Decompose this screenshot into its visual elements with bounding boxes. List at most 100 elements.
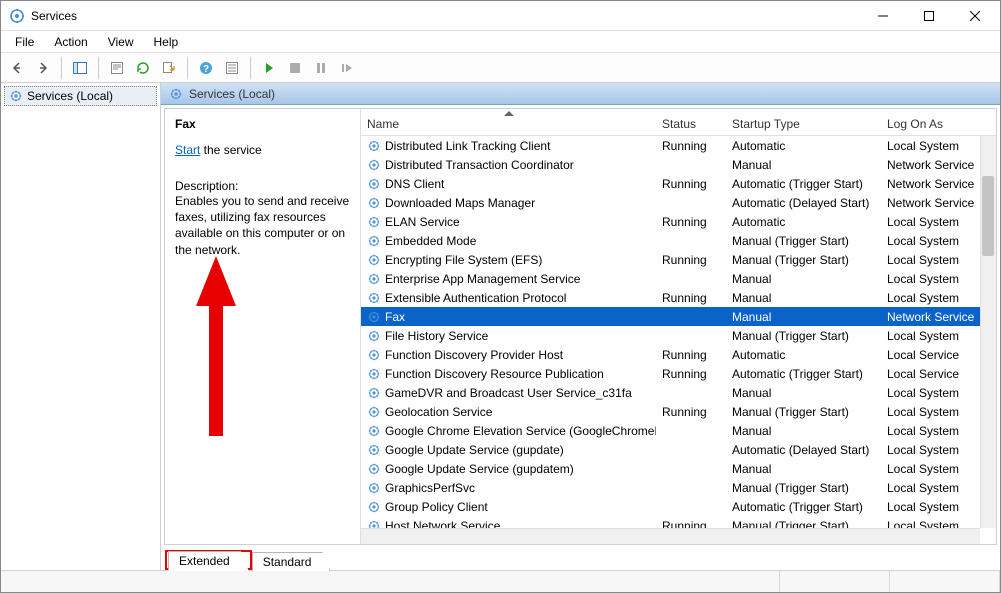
cell-startup: Automatic (Trigger Start): [726, 177, 881, 191]
menu-help[interactable]: Help: [146, 33, 187, 51]
cell-name: Host Network Service: [361, 519, 656, 529]
col-name[interactable]: Name: [361, 113, 656, 135]
service-row[interactable]: Distributed Link Tracking ClientRunningA…: [361, 136, 996, 155]
gear-icon: [9, 89, 23, 103]
back-button[interactable]: [5, 56, 29, 80]
status-bar: [1, 570, 1000, 592]
service-row[interactable]: Embedded ModeManual (Trigger Start)Local…: [361, 231, 996, 250]
cell-logon: Local System: [881, 291, 991, 305]
service-row[interactable]: GraphicsPerfSvcManual (Trigger Start)Loc…: [361, 478, 996, 497]
service-row[interactable]: Encrypting File System (EFS)RunningManua…: [361, 250, 996, 269]
service-row[interactable]: Host Network ServiceRunningManual (Trigg…: [361, 516, 996, 528]
service-list: Name Status Startup Type Log On As Distr…: [360, 109, 996, 544]
forward-button[interactable]: [31, 56, 55, 80]
service-row[interactable]: Downloaded Maps ManagerAutomatic (Delaye…: [361, 193, 996, 212]
cell-name: Extensible Authentication Protocol: [361, 291, 656, 305]
properties-sheet-button[interactable]: [220, 56, 244, 80]
properties-button[interactable]: [105, 56, 129, 80]
start-service-link[interactable]: Start: [175, 143, 200, 157]
toolbar-separator: [250, 57, 251, 79]
cell-name: ELAN Service: [361, 215, 656, 229]
cell-status: Running: [656, 177, 726, 191]
service-row[interactable]: GameDVR and Broadcast User Service_c31fa…: [361, 383, 996, 402]
cell-name: Google Update Service (gupdate): [361, 443, 656, 457]
cell-startup: Automatic (Trigger Start): [726, 367, 881, 381]
cell-name: Group Policy Client: [361, 500, 656, 514]
cell-name: Geolocation Service: [361, 405, 656, 419]
toolbar: ?: [1, 53, 1000, 83]
service-row[interactable]: Google Update Service (gupdatem)ManualLo…: [361, 459, 996, 478]
cell-status: Running: [656, 215, 726, 229]
gear-icon: [367, 291, 381, 305]
cell-name: Fax: [361, 310, 656, 324]
menu-view[interactable]: View: [100, 33, 142, 51]
maximize-button[interactable]: [906, 1, 952, 31]
service-row[interactable]: DNS ClientRunningAutomatic (Trigger Star…: [361, 174, 996, 193]
menu-action[interactable]: Action: [46, 33, 95, 51]
gear-icon: [367, 196, 381, 210]
service-row[interactable]: Extensible Authentication ProtocolRunnin…: [361, 288, 996, 307]
start-service-button[interactable]: [257, 56, 281, 80]
tree-services-local[interactable]: Services (Local): [4, 86, 157, 106]
pause-service-button[interactable]: [309, 56, 333, 80]
body: Services (Local) Services (Local) Fax St…: [1, 83, 1000, 570]
service-row[interactable]: ELAN ServiceRunningAutomaticLocal System: [361, 212, 996, 231]
cell-logon: Local System: [881, 329, 991, 343]
vertical-scrollbar[interactable]: [980, 136, 996, 528]
service-row[interactable]: Google Update Service (gupdate)Automatic…: [361, 440, 996, 459]
cell-startup: Manual: [726, 386, 881, 400]
gear-icon: [367, 348, 381, 362]
gear-icon: [367, 177, 381, 191]
tab-standard[interactable]: Standard: [252, 552, 331, 571]
cell-logon: Local System: [881, 272, 991, 286]
cell-logon: Network Service: [881, 196, 991, 210]
service-row[interactable]: Google Chrome Elevation Service (GoogleC…: [361, 421, 996, 440]
service-row[interactable]: Distributed Transaction CoordinatorManua…: [361, 155, 996, 174]
cell-logon: Local System: [881, 253, 991, 267]
cell-startup: Manual (Trigger Start): [726, 253, 881, 267]
titlebar: Services: [1, 1, 1000, 31]
tab-extended[interactable]: Extended: [168, 551, 249, 571]
horizontal-scrollbar[interactable]: [361, 528, 980, 544]
cell-name: Google Update Service (gupdatem): [361, 462, 656, 476]
gear-icon: [367, 158, 381, 172]
show-hide-tree-button[interactable]: [68, 56, 92, 80]
stop-service-button[interactable]: [283, 56, 307, 80]
refresh-button[interactable]: [131, 56, 155, 80]
service-row[interactable]: Function Discovery Provider HostRunningA…: [361, 345, 996, 364]
services-app-icon: [9, 8, 25, 24]
service-row[interactable]: Geolocation ServiceRunningManual (Trigge…: [361, 402, 996, 421]
cell-logon: Local Service: [881, 367, 991, 381]
col-startup[interactable]: Startup Type: [726, 113, 881, 135]
minimize-button[interactable]: [860, 1, 906, 31]
col-logon[interactable]: Log On As: [881, 113, 991, 135]
service-row[interactable]: File History ServiceManual (Trigger Star…: [361, 326, 996, 345]
restart-service-button[interactable]: [335, 56, 359, 80]
gear-icon: [367, 310, 381, 324]
service-row[interactable]: Enterprise App Management ServiceManualL…: [361, 269, 996, 288]
cell-logon: Network Service: [881, 310, 991, 324]
gear-icon: [367, 500, 381, 514]
scroll-thumb[interactable]: [982, 176, 994, 256]
gear-icon: [367, 405, 381, 419]
cell-logon: Local System: [881, 443, 991, 457]
cell-startup: Manual: [726, 158, 881, 172]
menu-file[interactable]: File: [7, 33, 42, 51]
export-list-button[interactable]: [157, 56, 181, 80]
list-header: Name Status Startup Type Log On As: [361, 113, 996, 136]
cell-logon: Local System: [881, 462, 991, 476]
start-service-line: Start the service: [175, 143, 350, 157]
col-status[interactable]: Status: [656, 113, 726, 135]
cell-logon: Local System: [881, 405, 991, 419]
cell-logon: Local System: [881, 234, 991, 248]
service-row[interactable]: Group Policy ClientAutomatic (Trigger St…: [361, 497, 996, 516]
cell-status: Running: [656, 519, 726, 529]
cell-logon: Local System: [881, 481, 991, 495]
close-button[interactable]: [952, 1, 998, 31]
service-row[interactable]: FaxManualNetwork Service: [361, 307, 996, 326]
help-button[interactable]: ?: [194, 56, 218, 80]
pane-header-label: Services (Local): [189, 87, 275, 101]
service-row[interactable]: Function Discovery Resource PublicationR…: [361, 364, 996, 383]
gear-icon: [367, 215, 381, 229]
detail-pane: Fax Start the service Description: Enabl…: [165, 109, 360, 544]
